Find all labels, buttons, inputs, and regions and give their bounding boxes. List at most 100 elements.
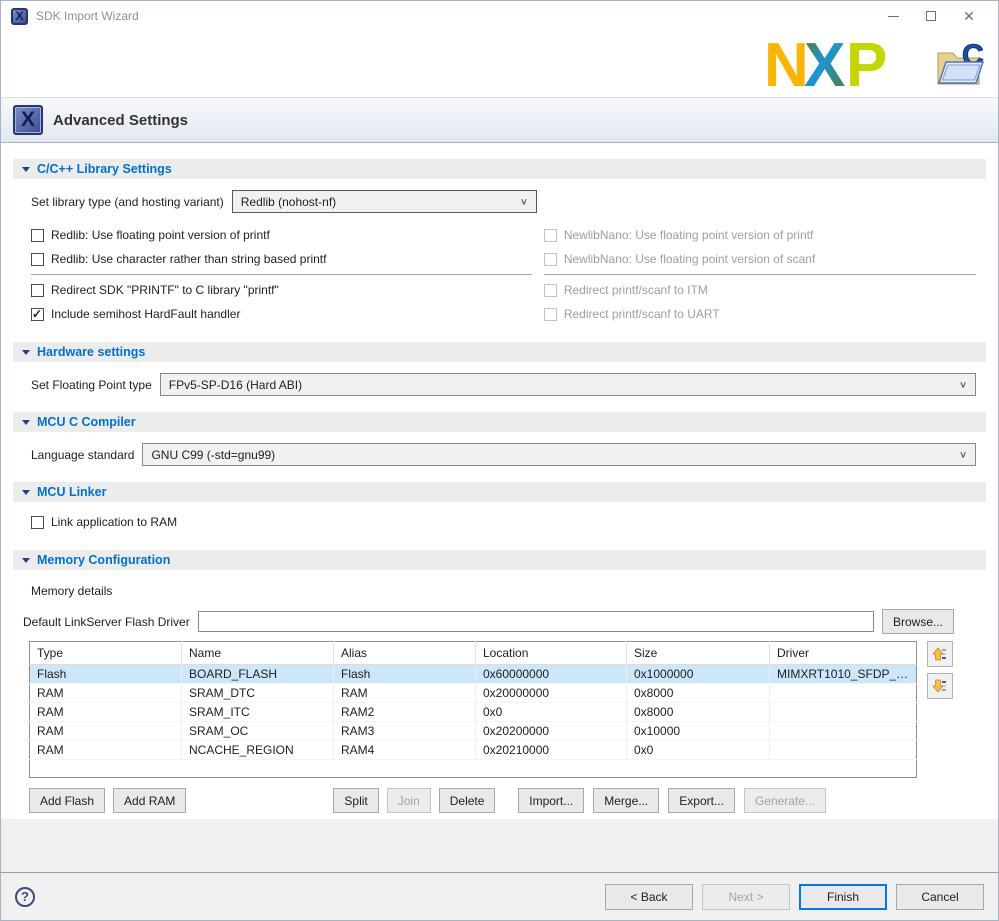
language-standard-select[interactable]: GNU C99 (-std=gnu99) ∨	[142, 443, 976, 466]
section-compiler-header[interactable]: MCU C Compiler	[13, 412, 986, 432]
section-memory-header[interactable]: Memory Configuration	[13, 550, 986, 570]
c-folder-icon: C	[934, 37, 986, 91]
section-linker-header[interactable]: MCU Linker	[13, 482, 986, 502]
checkbox-newlibnano-float-printf: NewlibNano: Use floating point version o…	[544, 223, 976, 247]
checkbox-box	[31, 253, 44, 266]
close-button[interactable]: ✕	[950, 3, 988, 29]
checkbox-box	[31, 308, 44, 321]
browse-button[interactable]: Browse...	[882, 609, 954, 634]
maximize-icon	[926, 11, 936, 21]
table-row[interactable]: RAM SRAM_ITC RAM2 0x0 0x8000	[30, 703, 917, 722]
checkbox-label: Redlib: Use floating point version of pr…	[51, 228, 270, 242]
cell-type: RAM	[30, 722, 182, 741]
svg-text:N: N	[764, 35, 809, 93]
library-checkbox-column-right: NewlibNano: Use floating point version o…	[544, 223, 976, 326]
cell-type: Flash	[30, 665, 182, 684]
cell-location: 0x20000000	[476, 684, 627, 703]
checkbox-link-application-to-ram[interactable]: Link application to RAM	[31, 510, 976, 534]
merge-button[interactable]: Merge...	[593, 788, 659, 813]
chevron-down-icon: ∨	[520, 196, 528, 206]
checkbox-newlibnano-float-scanf: NewlibNano: Use floating point version o…	[544, 247, 976, 271]
library-checkbox-column-left: Redlib: Use floating point version of pr…	[31, 223, 532, 326]
finish-button[interactable]: Finish	[799, 884, 887, 910]
svg-text:X: X	[804, 35, 845, 93]
column-header-alias[interactable]: Alias	[334, 642, 476, 665]
move-up-button[interactable]	[927, 641, 953, 667]
bottom-area: ? < Back Next > Finish Cancel	[1, 819, 998, 920]
cell-alias: RAM	[334, 684, 476, 703]
move-down-icon	[932, 678, 948, 694]
join-button: Join	[387, 788, 431, 813]
library-type-value: Redlib (nohost-nf)	[241, 195, 336, 209]
checkbox-box	[544, 229, 557, 242]
split-button[interactable]: Split	[333, 788, 378, 813]
checkbox-redirect-itm: Redirect printf/scanf to ITM	[544, 278, 976, 302]
cell-name: SRAM_ITC	[182, 703, 334, 722]
checkbox-semihost-hardfault[interactable]: Include semihost HardFault handler	[31, 302, 532, 326]
maximize-button[interactable]	[912, 3, 950, 29]
help-button[interactable]: ?	[15, 887, 35, 907]
checkbox-redlib-char-printf[interactable]: Redlib: Use character rather than string…	[31, 247, 532, 271]
section-compiler-title: MCU C Compiler	[37, 415, 136, 429]
table-empty-row	[30, 760, 917, 778]
add-flash-button[interactable]: Add Flash	[29, 788, 105, 813]
wizard-content: C/C++ Library Settings Set library type …	[1, 143, 998, 819]
checkbox-redirect-uart: Redirect printf/scanf to UART	[544, 302, 976, 326]
cell-driver: MIMXRT1010_SFDP_QS...	[770, 665, 917, 684]
cell-driver	[770, 741, 917, 760]
flash-driver-label: Default LinkServer Flash Driver	[23, 615, 190, 629]
cell-name: SRAM_DTC	[182, 684, 334, 703]
collapse-icon	[22, 558, 30, 563]
flash-driver-input[interactable]	[198, 611, 874, 632]
cell-location: 0x0	[476, 703, 627, 722]
table-row[interactable]: Flash BOARD_FLASH Flash 0x60000000 0x100…	[30, 665, 917, 684]
cell-name: BOARD_FLASH	[182, 665, 334, 684]
checkbox-label: NewlibNano: Use floating point version o…	[564, 228, 813, 242]
minimize-icon	[888, 16, 899, 17]
checkbox-box	[31, 229, 44, 242]
import-button[interactable]: Import...	[518, 788, 584, 813]
table-row[interactable]: RAM SRAM_DTC RAM 0x20000000 0x8000	[30, 684, 917, 703]
column-header-size[interactable]: Size	[627, 642, 770, 665]
collapse-icon	[22, 167, 30, 172]
svg-text:P: P	[846, 35, 887, 93]
section-library-header[interactable]: C/C++ Library Settings	[13, 159, 986, 179]
checkbox-redirect-sdk-printf[interactable]: Redirect SDK "PRINTF" to C library "prin…	[31, 278, 532, 302]
minimize-button[interactable]	[874, 3, 912, 29]
checkbox-box	[544, 253, 557, 266]
cancel-button[interactable]: Cancel	[896, 884, 984, 910]
library-type-label: Set library type (and hosting variant)	[31, 195, 224, 209]
back-button[interactable]: < Back	[605, 884, 693, 910]
delete-button[interactable]: Delete	[439, 788, 496, 813]
add-ram-button[interactable]: Add RAM	[113, 788, 186, 813]
chevron-down-icon: ∨	[959, 379, 967, 389]
cell-alias: RAM4	[334, 741, 476, 760]
cell-type: RAM	[30, 741, 182, 760]
cell-location: 0x60000000	[476, 665, 627, 684]
column-header-location[interactable]: Location	[476, 642, 627, 665]
checkbox-label: Include semihost HardFault handler	[51, 307, 240, 321]
table-row[interactable]: RAM SRAM_OC RAM3 0x20200000 0x10000	[30, 722, 917, 741]
checkbox-redlib-float-printf[interactable]: Redlib: Use floating point version of pr…	[31, 223, 532, 247]
window-controls: ✕	[874, 3, 988, 29]
nxp-logo: N X P	[764, 35, 926, 93]
column-header-driver[interactable]: Driver	[770, 642, 917, 665]
checkbox-label: Redlib: Use character rather than string…	[51, 252, 326, 266]
checkbox-box	[31, 516, 44, 529]
language-standard-value: GNU C99 (-std=gnu99)	[151, 448, 275, 462]
column-header-name[interactable]: Name	[182, 642, 334, 665]
column-header-type[interactable]: Type	[30, 642, 182, 665]
library-type-select[interactable]: Redlib (nohost-nf) ∨	[232, 190, 537, 213]
page-header: X Advanced Settings	[1, 97, 998, 143]
export-button[interactable]: Export...	[668, 788, 735, 813]
table-row[interactable]: RAM NCACHE_REGION RAM4 0x20210000 0x0	[30, 741, 917, 760]
checkbox-box	[544, 308, 557, 321]
cell-name: SRAM_OC	[182, 722, 334, 741]
section-library-title: C/C++ Library Settings	[37, 162, 172, 176]
cell-driver	[770, 703, 917, 722]
move-down-button[interactable]	[927, 673, 953, 699]
floating-point-select[interactable]: FPv5-SP-D16 (Hard ABI) ∨	[160, 373, 976, 396]
memory-details-label: Memory details	[31, 584, 976, 598]
section-hardware-header[interactable]: Hardware settings	[13, 342, 986, 362]
cell-size: 0x10000	[627, 722, 770, 741]
